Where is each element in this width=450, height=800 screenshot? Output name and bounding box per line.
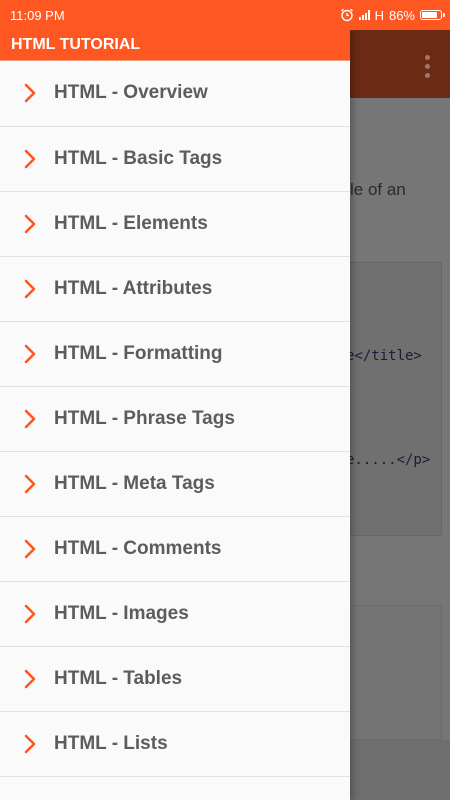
drawer-item[interactable]: HTML - Basic Tags bbox=[0, 127, 350, 192]
signal-icon bbox=[358, 10, 370, 20]
drawer-menu: HTML - Overview HTML - Basic Tags HTML - E… bbox=[0, 60, 350, 777]
drawer-item[interactable]: HTML - Elements bbox=[0, 192, 350, 257]
background-paragraph: le of an bbox=[350, 180, 406, 199]
drawer-item[interactable]: HTML - Attributes bbox=[0, 257, 350, 322]
navigation-drawer: HTML TUTORIAL HTML - Overview HTML - Basi… bbox=[0, 30, 350, 800]
chevron-right-icon bbox=[22, 147, 38, 171]
chevron-right-icon bbox=[22, 732, 38, 756]
drawer-title: HTML TUTORIAL bbox=[0, 30, 350, 61]
drawer-item-label: HTML - Elements bbox=[54, 213, 208, 234]
drawer-item[interactable]: HTML - Comments bbox=[0, 517, 350, 582]
drawer-item-label: HTML - Meta Tags bbox=[54, 473, 215, 494]
battery-icon bbox=[420, 10, 445, 20]
network-type: H bbox=[374, 7, 384, 23]
drawer-item-label: HTML - Images bbox=[54, 603, 189, 624]
drawer-item[interactable]: HTML - Overview bbox=[0, 60, 350, 127]
drawer-item[interactable]: HTML - Lists bbox=[0, 712, 350, 777]
chevron-right-icon bbox=[22, 537, 38, 561]
code-block bbox=[340, 262, 442, 536]
drawer-item[interactable]: HTML - Phrase Tags bbox=[0, 387, 350, 452]
chevron-right-icon bbox=[22, 602, 38, 626]
alarm-icon bbox=[340, 8, 353, 22]
chevron-right-icon bbox=[22, 342, 38, 366]
drawer-item[interactable]: HTML - Tables bbox=[0, 647, 350, 712]
drawer-item[interactable]: HTML - Meta Tags bbox=[0, 452, 350, 517]
more-options-icon[interactable] bbox=[425, 55, 430, 78]
drawer-item[interactable]: HTML - Formatting bbox=[0, 322, 350, 387]
drawer-item-label: HTML - Basic Tags bbox=[54, 148, 223, 169]
code-line: e.....</p> bbox=[346, 452, 431, 468]
code-line: e</title> bbox=[346, 348, 422, 364]
chevron-right-icon bbox=[22, 212, 38, 236]
drawer-item-label: HTML - Formatting bbox=[54, 343, 223, 364]
chevron-right-icon bbox=[22, 667, 38, 691]
chevron-right-icon bbox=[22, 81, 38, 105]
chevron-right-icon bbox=[22, 472, 38, 496]
drawer-item-label: HTML - Overview bbox=[54, 82, 208, 103]
chevron-right-icon bbox=[22, 277, 38, 301]
drawer-item-label: HTML - Phrase Tags bbox=[54, 408, 235, 429]
status-bar: 11:09 PM H 86% bbox=[0, 0, 450, 30]
drawer-item-label: HTML - Tables bbox=[54, 668, 183, 689]
drawer-item-label: HTML - Attributes bbox=[54, 278, 213, 299]
chevron-right-icon bbox=[22, 407, 38, 431]
drawer-item[interactable]: HTML - Images bbox=[0, 582, 350, 647]
drawer-item-label: HTML - Comments bbox=[54, 538, 222, 559]
code-block bbox=[340, 605, 442, 740]
drawer-item-label: HTML - Lists bbox=[54, 733, 168, 754]
status-time: 11:09 PM bbox=[10, 7, 65, 23]
battery-percent: 86% bbox=[388, 7, 415, 23]
